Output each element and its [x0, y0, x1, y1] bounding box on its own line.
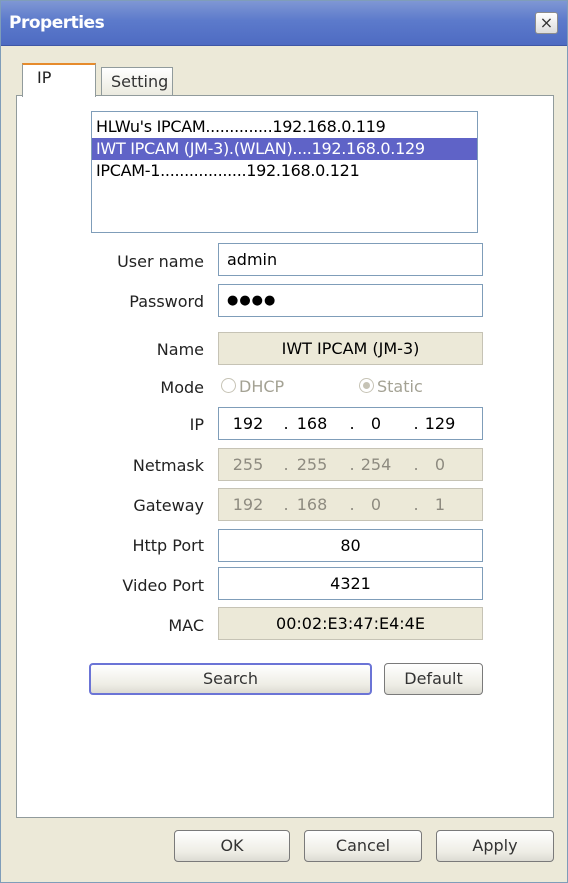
netmask-field: 255 . 255 . 254 . 0 [218, 448, 483, 481]
http-port-input[interactable]: 80 [218, 529, 483, 562]
radio-unchecked-icon [221, 378, 236, 393]
tab-setting-label: Setting [111, 72, 169, 91]
ip-octet-4[interactable]: 129 [415, 408, 465, 439]
ip-octet-3[interactable]: 0 [351, 408, 401, 439]
username-input[interactable]: admin [218, 243, 483, 276]
name-label: Name [156, 340, 204, 359]
gateway-octet-3: 0 [370, 495, 382, 514]
dhcp-radio-label: DHCP [239, 377, 285, 396]
search-button[interactable]: Search [89, 663, 372, 695]
name-field: IWT IPCAM (JM-3) [218, 332, 483, 365]
netmask-octet-1: 255 [232, 455, 264, 474]
cancel-button[interactable]: Cancel [304, 830, 422, 862]
static-radio[interactable]: Static [359, 377, 423, 396]
ok-button[interactable]: OK [174, 830, 290, 862]
tab-setting[interactable]: Setting [101, 67, 173, 95]
window-title: Properties [9, 13, 105, 33]
ip-octet-2[interactable]: 168 [287, 408, 337, 439]
radio-checked-icon [359, 378, 374, 393]
tab-ip[interactable]: IP [22, 63, 96, 97]
password-label: Password [129, 292, 204, 311]
device-item[interactable]: HLWu's IPCAM..............192.168.0.119 [92, 116, 477, 138]
gateway-field: 192 . 168 . 0 . 1 [218, 488, 483, 521]
static-radio-label: Static [377, 377, 423, 396]
device-list[interactable]: HLWu's IPCAM..............192.168.0.119 … [91, 111, 478, 233]
gateway-octet-2: 168 [296, 495, 328, 514]
close-icon[interactable]: × [535, 12, 558, 34]
title-bar[interactable]: Properties × [1, 1, 567, 46]
ip-octet-1[interactable]: 192 [223, 408, 273, 439]
netmask-label: Netmask [132, 456, 204, 475]
netmask-octet-2: 255 [296, 455, 328, 474]
mac-field: 00:02:E3:47:E4:4E [218, 607, 483, 640]
device-item-selected[interactable]: IWT IPCAM (JM-3).(WLAN)....192.168.0.129 [92, 138, 477, 160]
mode-label: Mode [160, 378, 204, 397]
default-button[interactable]: Default [384, 663, 483, 695]
ip-address-input[interactable]: 192 . 168 . 0 . 129 [218, 407, 483, 440]
gateway-octet-4: 1 [434, 495, 446, 514]
properties-dialog: Properties × IP Setting HLWu's IPCAM....… [0, 0, 568, 883]
http-port-label: Http Port [132, 536, 204, 555]
gateway-label: Gateway [133, 496, 204, 515]
video-port-label: Video Port [122, 576, 204, 595]
password-input[interactable]: ●●●● [218, 284, 483, 317]
mac-label: MAC [168, 616, 204, 635]
device-item[interactable]: IPCAM-1..................192.168.0.121 [92, 160, 477, 182]
netmask-octet-4: 0 [434, 455, 446, 474]
ip-label: IP [189, 415, 204, 434]
tab-ip-label: IP [37, 68, 52, 87]
video-port-input[interactable]: 4321 [218, 567, 483, 600]
gateway-octet-1: 192 [232, 495, 264, 514]
apply-button[interactable]: Apply [436, 830, 554, 862]
username-label: User name [117, 252, 204, 271]
netmask-octet-3: 254 [360, 455, 392, 474]
dhcp-radio[interactable]: DHCP [221, 377, 284, 396]
